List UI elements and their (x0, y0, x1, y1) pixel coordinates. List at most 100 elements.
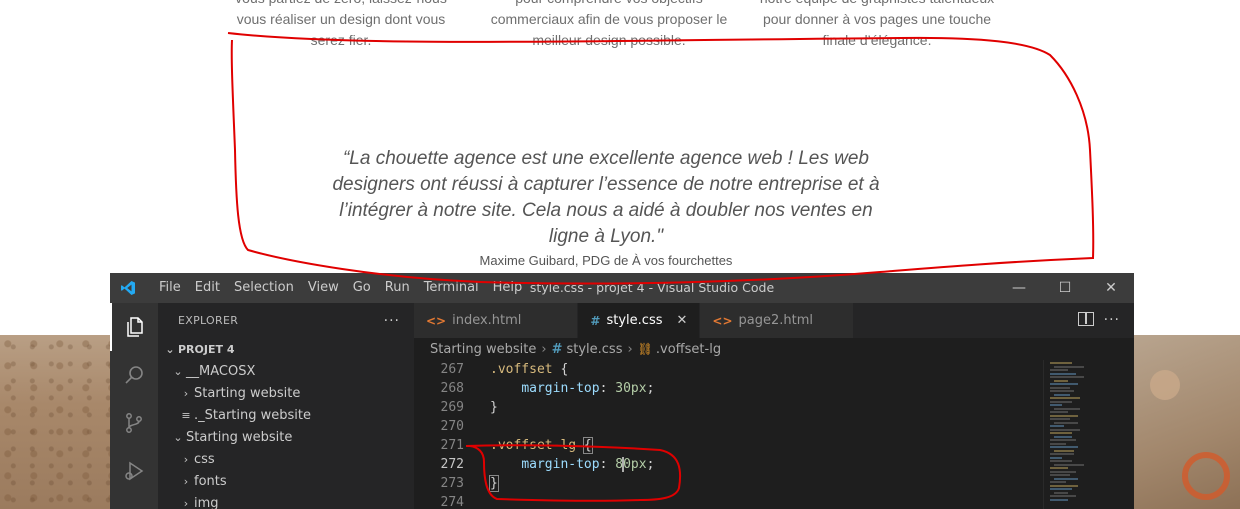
vscode-logo-icon (121, 281, 135, 295)
minimap-line (1050, 372, 1076, 375)
minimap-line (1054, 365, 1084, 368)
minimap-line (1054, 477, 1078, 480)
menu-go[interactable]: Go (346, 273, 378, 303)
feature-text-3: notre équipe de graphistes talentueux po… (760, 0, 994, 48)
minimap-line (1054, 449, 1074, 452)
menu-edit[interactable]: Edit (188, 273, 227, 303)
tree-item-macosx[interactable]: ⌄ __MACOSX (158, 360, 414, 382)
feature-text-2: pour comprendre vos objectifs commerciau… (490, 0, 728, 48)
menu-bar: File Edit Selection View Go Run Terminal… (152, 273, 529, 303)
code-line: 269 } (414, 398, 1044, 417)
chevron-down-icon: ⌄ (173, 364, 183, 378)
feature-text-1: vous partiez de zéro, laissez-nous vous … (235, 0, 447, 48)
tab-page2-html[interactable]: <> page2.html (700, 303, 854, 338)
code-line: 274 (414, 493, 1044, 509)
chevron-right-icon: › (627, 341, 633, 357)
minimap-line (1054, 407, 1080, 410)
css-file-icon: # (590, 313, 601, 328)
minimap-line (1050, 386, 1070, 389)
minimap-line (1050, 411, 1068, 413)
minimize-button[interactable]: — (996, 273, 1042, 303)
tab-index-html[interactable]: <> index.html (414, 303, 579, 338)
search-icon[interactable] (110, 351, 158, 399)
explorer-icon[interactable] (110, 303, 158, 351)
minimap-line (1050, 390, 1074, 392)
text-cursor (622, 457, 625, 472)
minimap-line (1050, 470, 1076, 473)
minimap-line (1054, 491, 1068, 494)
project-root[interactable]: ⌄ PROJET 4 (158, 338, 414, 360)
testimonial: “La chouette agence est une excellente a… (330, 146, 882, 268)
tree-item-starting-website[interactable]: ⌄ Starting website (158, 426, 414, 448)
explorer-header: EXPLORER ··· (158, 303, 414, 338)
minimap-line (1054, 379, 1068, 382)
minimap-line (1050, 376, 1084, 378)
close-button[interactable]: ✕ (1088, 273, 1134, 303)
code-line: 267 .voffset { (414, 360, 1044, 379)
menu-view[interactable]: View (301, 273, 346, 303)
explorer-sidebar: EXPLORER ··· ⌄ PROJET 4 ⌄ __MACOSX › Sta… (158, 303, 414, 509)
html-file-icon: <> (712, 313, 733, 328)
minimap-line (1050, 362, 1072, 364)
minimap[interactable] (1044, 360, 1134, 509)
tree-item-css[interactable]: › css (158, 448, 414, 470)
html-file-icon: <> (426, 313, 447, 328)
line-number: 274 (440, 495, 464, 509)
minimap-line (1054, 435, 1072, 438)
minimap-line (1050, 432, 1072, 434)
minimap-line (1050, 453, 1074, 455)
code-line: 270 (414, 417, 1044, 436)
line-number: 272 (440, 457, 464, 472)
minimap-line (1050, 495, 1076, 497)
minimap-line (1050, 474, 1070, 476)
minimap-line (1050, 425, 1064, 427)
breadcrumb-file[interactable]: style.css (566, 342, 622, 357)
breadcrumb: Starting website › # style.css › ⛓ .voff… (414, 338, 1134, 360)
source-control-icon[interactable] (110, 399, 158, 447)
menu-file[interactable]: File (152, 273, 188, 303)
minimap-line (1054, 421, 1078, 424)
minimap-line (1050, 369, 1068, 371)
minimap-line (1050, 488, 1072, 490)
minimap-line (1050, 418, 1070, 420)
explorer-title: EXPLORER (178, 314, 239, 327)
minimap-line (1050, 397, 1080, 399)
chevron-right-icon: › (183, 474, 189, 488)
breadcrumb-symbol[interactable]: .voffset-lg (656, 342, 721, 357)
tree-item-fonts[interactable]: › fonts (158, 470, 414, 492)
tree-item-dot-starting-website[interactable]: ≡ ._Starting website (158, 404, 414, 426)
menu-help[interactable]: Help (486, 273, 530, 303)
line-number: 271 (440, 438, 464, 453)
editor-area: <> index.html # style.css ✕ <> page2.htm… (414, 303, 1134, 509)
code-editor[interactable]: 267 .voffset { 268 margin-top: 30px; 269… (414, 360, 1044, 509)
minimap-line (1050, 383, 1078, 385)
testimonial-author: Maxime Guibard, PDG de À vos fourchettes (479, 253, 733, 268)
breadcrumb-folder[interactable]: Starting website (430, 342, 536, 357)
split-editor-icon[interactable] (1078, 312, 1094, 326)
line-number: 273 (440, 476, 464, 491)
background-decoration (1150, 370, 1180, 400)
tree-item-starting-website-macosx[interactable]: › Starting website (158, 382, 414, 404)
code-line: 271 .voffset-lg { (414, 436, 1044, 455)
menu-terminal[interactable]: Terminal (417, 273, 486, 303)
code-line: 268 margin-top: 30px; (414, 379, 1044, 398)
code-line: 273 } (414, 474, 1044, 493)
run-debug-icon[interactable] (110, 447, 158, 495)
more-actions-icon[interactable]: ··· (384, 313, 400, 329)
minimap-line (1050, 428, 1080, 431)
minimap-line (1054, 463, 1084, 466)
close-tab-icon[interactable]: ✕ (676, 313, 687, 328)
menu-run[interactable]: Run (378, 273, 417, 303)
line-number: 267 (440, 362, 464, 377)
minimap-line (1050, 481, 1066, 483)
menu-selection[interactable]: Selection (227, 273, 301, 303)
line-number: 268 (440, 381, 464, 396)
minimap-line (1050, 439, 1076, 441)
selector-symbol-icon: ⛓ (637, 342, 653, 356)
line-number: 270 (440, 419, 464, 434)
tree-item-img[interactable]: › img (158, 492, 414, 509)
more-actions-icon[interactable]: ··· (1104, 303, 1120, 338)
activity-bar (110, 303, 158, 509)
maximize-button[interactable]: ☐ (1042, 273, 1088, 303)
tab-style-css[interactable]: # style.css ✕ (578, 303, 701, 338)
